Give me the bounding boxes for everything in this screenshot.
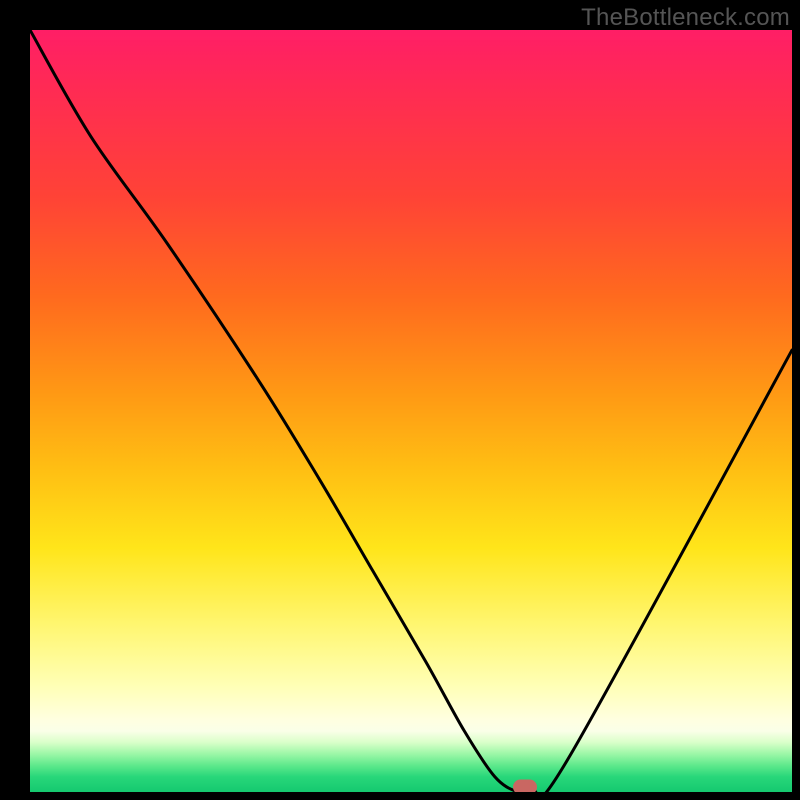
watermark-text: TheBottleneck.com xyxy=(581,4,790,32)
optimum-marker xyxy=(513,780,537,793)
bottleneck-curve xyxy=(30,30,792,792)
plot-area xyxy=(30,30,792,792)
curve-path xyxy=(30,30,792,792)
chart-frame: TheBottleneck.com xyxy=(0,0,800,800)
